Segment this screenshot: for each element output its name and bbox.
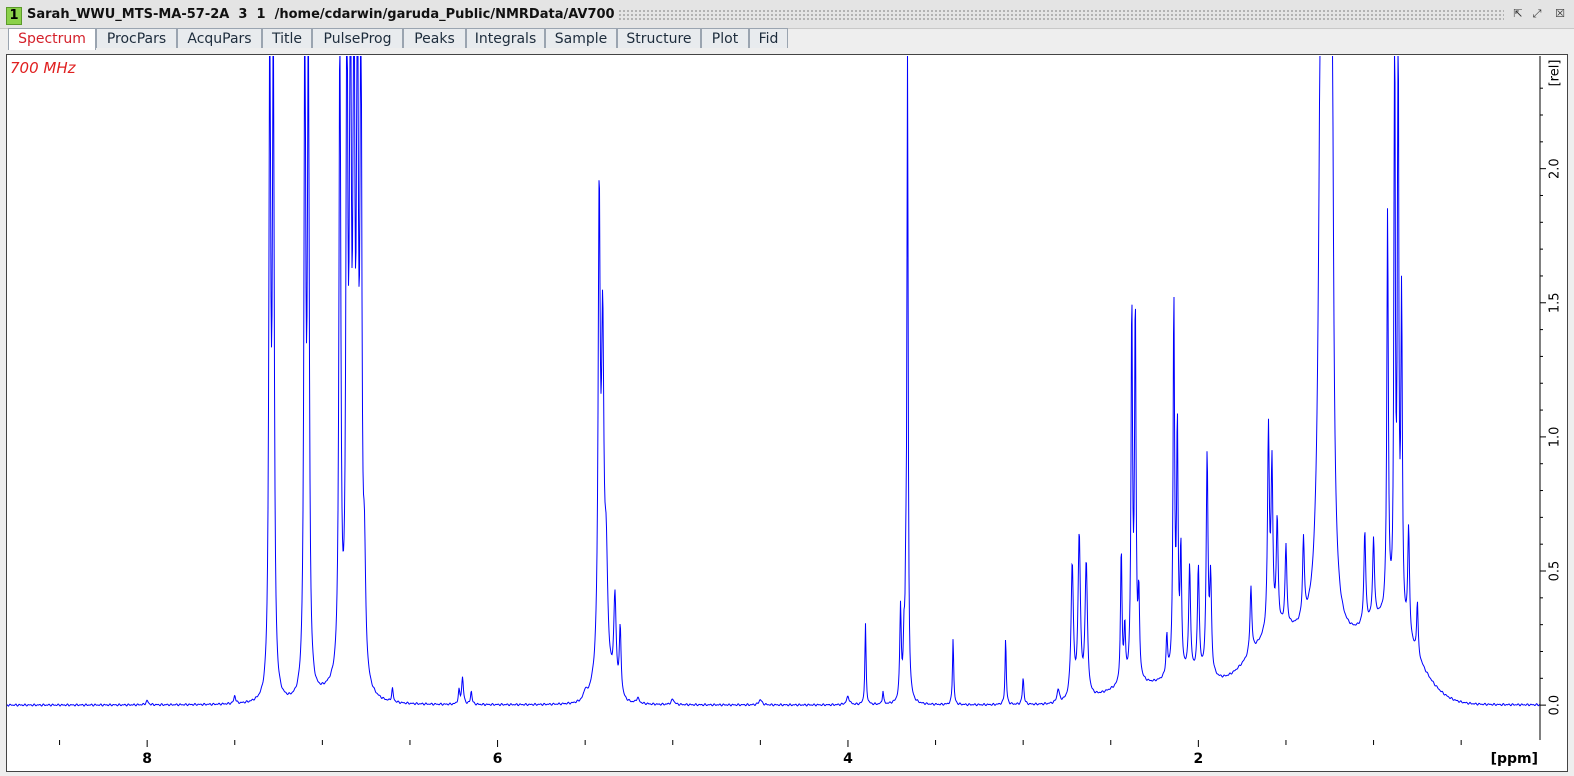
x-tick-label: 4 — [843, 751, 853, 767]
spectrum-chart: 8 6 4 2 [ppm] 0.0 0.5 1.0 1.5 2.0 [rel] — [7, 56, 1563, 767]
x-tick-label: 2 — [1193, 751, 1203, 767]
y-tick-label: 2.0 — [1548, 158, 1563, 179]
x-axis-label: [ppm] — [1491, 751, 1538, 767]
y-tick-label: 1.0 — [1548, 427, 1563, 448]
y-axis-label: [rel] — [1548, 60, 1563, 87]
y-tick-label: 0.0 — [1548, 695, 1563, 716]
y-tick-label: 1.5 — [1548, 292, 1563, 313]
x-tick-label: 8 — [142, 751, 152, 767]
y-tick-label: 0.5 — [1548, 561, 1563, 582]
spectrum-trace — [7, 56, 1540, 707]
spectrometer-frequency-label: 700 MHz — [10, 59, 76, 77]
x-tick-label: 6 — [493, 751, 503, 767]
